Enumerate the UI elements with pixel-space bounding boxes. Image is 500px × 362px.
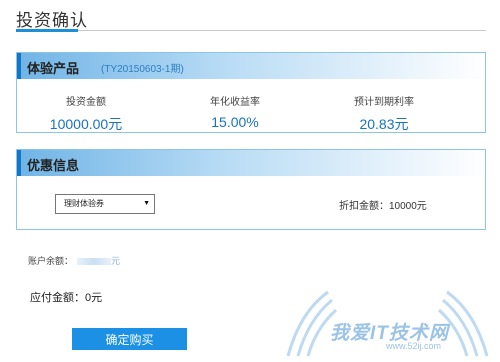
discount-value: 10000元 [389, 201, 427, 212]
coupon-select-value: 理财体验券 [64, 199, 104, 208]
stat-value: 20.83元 [359, 116, 409, 132]
stat-label: 投资金额 [66, 97, 106, 108]
dropdown-arrow-icon: ▼ [143, 200, 150, 207]
product-panel-header: 体验产品 (TY20150603-1期) [17, 53, 485, 79]
coupon-panel-title: 优惠信息 [27, 158, 80, 173]
coupon-panel: 优惠信息 理财体验券 ▼ 折扣金额：10000元 [16, 149, 486, 230]
balance-masked-value [77, 258, 112, 266]
coupon-select[interactable]: 理财体验券 ▼ [55, 194, 155, 214]
discount-amount: 折扣金额：10000元 [339, 197, 427, 212]
balance-label: 账户余额： [28, 256, 74, 266]
stat-expected-return: 预计到期利率 20.83元 [324, 93, 444, 134]
title-divider [16, 30, 486, 31]
stat-investment-amount: 投资金额 10000.00元 [26, 93, 146, 134]
stat-annual-yield: 年化收益率 15.00% [175, 93, 295, 130]
watermark-url: www.52ij.com [386, 341, 442, 351]
coupon-panel-header: 优惠信息 [17, 150, 485, 176]
balance-unit: 元 [111, 256, 121, 266]
title-divider-accent [16, 29, 78, 32]
header-accent-bar [17, 53, 21, 79]
product-code: (TY20150603-1期) [101, 64, 184, 75]
stat-label: 预计到期利率 [354, 97, 414, 108]
page-title: 投资确认 [16, 11, 88, 30]
account-balance: 账户余额： 元 [28, 254, 120, 267]
stat-value: 15.00% [211, 114, 259, 130]
product-panel-title: 体验产品 [27, 61, 80, 76]
discount-label: 折扣金额： [339, 201, 389, 212]
confirm-purchase-button[interactable]: 确定购买 [72, 328, 187, 350]
stat-label: 年化收益率 [210, 97, 260, 108]
stat-value: 10000.00元 [49, 116, 123, 132]
payable-amount: 应付金额：0元 [30, 292, 103, 304]
header-accent-bar [17, 150, 21, 176]
product-panel: 体验产品 (TY20150603-1期) 投资金额 10000.00元 年化收益… [16, 52, 486, 133]
